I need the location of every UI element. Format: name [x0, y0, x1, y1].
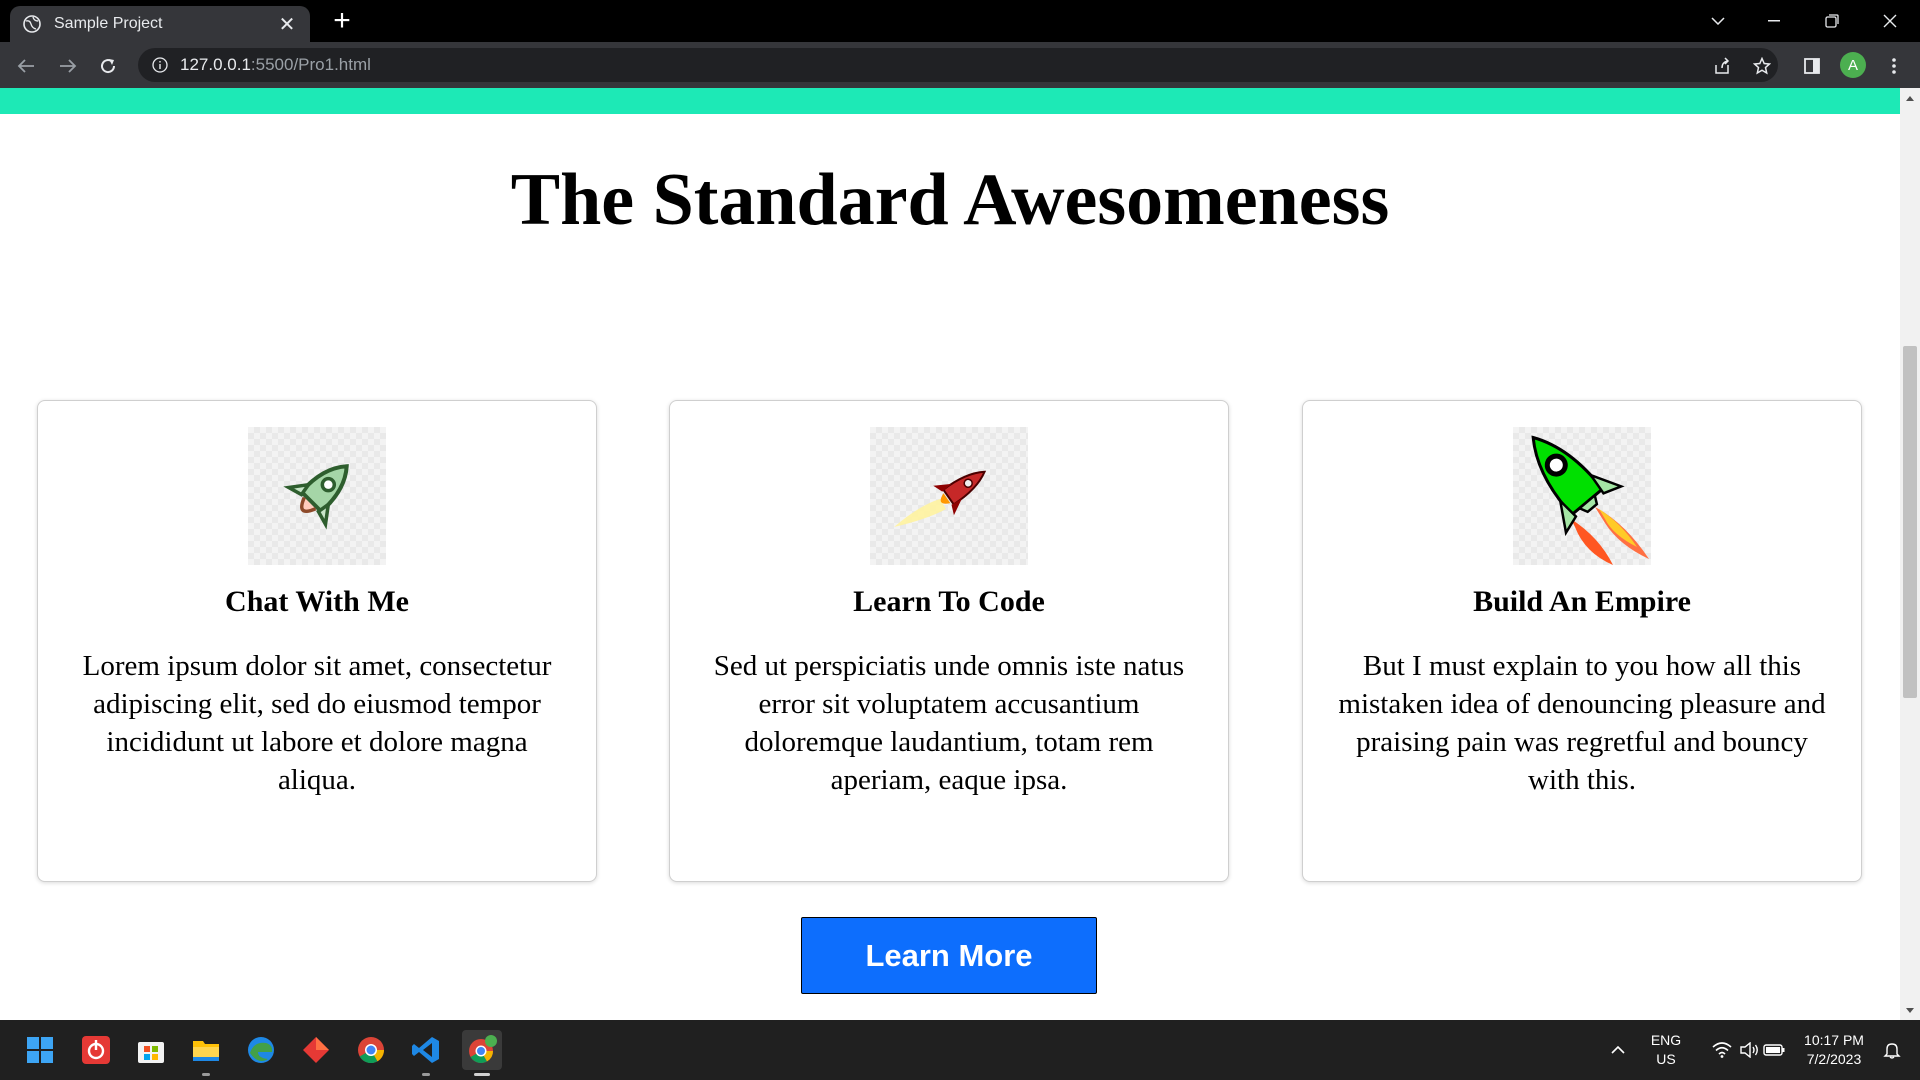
- rocket-green-flame-icon: [1513, 427, 1651, 565]
- card-text: But I must explain to you how all this m…: [1338, 650, 1826, 796]
- restore-icon[interactable]: [1808, 0, 1856, 42]
- scroll-down-arrow-icon[interactable]: [1900, 1000, 1920, 1020]
- site-info-icon[interactable]: [152, 57, 168, 73]
- learn-more-button[interactable]: Learn More: [801, 917, 1097, 994]
- page-scrollbar[interactable]: [1900, 88, 1920, 1020]
- card-text: Sed ut perspiciatis unde omnis iste natu…: [713, 650, 1185, 796]
- page-viewport: The Standard Awesomeness Chat With Me Lo…: [0, 88, 1900, 1020]
- clock[interactable]: 10:17 PM 7/2/2023: [1796, 1031, 1872, 1069]
- microsoft-store-icon[interactable]: [131, 1030, 171, 1070]
- region-label: US: [1656, 1051, 1676, 1067]
- url-host: 127.0.0.1: [180, 55, 251, 74]
- side-panel-icon[interactable]: [1796, 50, 1828, 82]
- minimize-icon[interactable]: [1750, 0, 1798, 42]
- card-text: Lorem ipsum dolor sit amet, consectetur …: [82, 650, 552, 796]
- windows-taskbar: ENG US 10:17 PM 7/2/2023: [0, 1020, 1920, 1080]
- active-window-indicator: [474, 1073, 490, 1076]
- page-title: The Standard Awesomeness: [510, 159, 1390, 241]
- profile-avatar[interactable]: A: [1840, 52, 1866, 78]
- vscode-icon[interactable]: [406, 1030, 446, 1076]
- accent-bar: [0, 88, 1900, 114]
- kebab-menu-icon[interactable]: [1878, 50, 1910, 82]
- rocket-red-icon: [870, 427, 1028, 565]
- tab-search-chevron-icon[interactable]: [1694, 0, 1742, 42]
- scroll-thumb[interactable]: [1903, 346, 1917, 698]
- chrome-profile-icon[interactable]: [462, 1030, 502, 1076]
- git-app-icon[interactable]: [296, 1030, 336, 1070]
- clock-time: 10:17 PM: [1804, 1032, 1864, 1048]
- browser-titlebar: Sample Project ✕ +: [0, 0, 1920, 42]
- feature-card-code: Learn To Code Sed ut perspiciatis unde o…: [669, 400, 1229, 882]
- feature-card-empire: Build An Empire But I must explain to yo…: [1302, 400, 1862, 882]
- card-title: Chat With Me: [225, 585, 409, 618]
- clock-date: 7/2/2023: [1806, 1051, 1862, 1067]
- feature-card-chat: Chat With Me Lorem ipsum dolor sit amet,…: [37, 400, 597, 882]
- edge-browser-icon[interactable]: [241, 1030, 281, 1070]
- windows-start-icon[interactable]: [20, 1030, 60, 1070]
- url-path: :5500/Pro1.html: [250, 55, 371, 74]
- close-window-icon[interactable]: [1866, 0, 1914, 42]
- running-indicator: [202, 1073, 210, 1076]
- back-arrow-icon[interactable]: [10, 50, 42, 82]
- tab-title: Sample Project: [54, 15, 163, 32]
- tray-chevron-up-icon[interactable]: [1598, 1030, 1638, 1070]
- chrome-icon[interactable]: [351, 1030, 391, 1070]
- power-app-icon[interactable]: [76, 1030, 116, 1070]
- card-title: Build An Empire: [1473, 585, 1691, 618]
- scroll-up-arrow-icon[interactable]: [1900, 88, 1920, 108]
- tab-close-icon[interactable]: ✕: [276, 12, 298, 37]
- browser-toolbar: 127.0.0.1:5500/Pro1.html: [0, 42, 1920, 88]
- language-label: ENG: [1650, 1032, 1682, 1048]
- notification-bell-icon[interactable]: [1872, 1030, 1912, 1070]
- card-title: Learn To Code: [853, 585, 1045, 618]
- globe-icon: [23, 15, 41, 33]
- address-bar[interactable]: 127.0.0.1:5500/Pro1.html: [138, 48, 1778, 82]
- bookmark-star-icon[interactable]: [1746, 50, 1778, 82]
- file-explorer-icon[interactable]: [186, 1030, 226, 1076]
- forward-arrow-icon[interactable]: [52, 50, 84, 82]
- reload-icon[interactable]: [92, 50, 124, 82]
- rocket-outline-green-icon: [248, 427, 386, 565]
- running-indicator: [422, 1073, 430, 1076]
- browser-tab[interactable]: Sample Project ✕: [10, 6, 310, 42]
- new-tab-plus-icon[interactable]: +: [326, 6, 358, 38]
- share-icon[interactable]: [1706, 50, 1738, 82]
- language-indicator[interactable]: ENG US: [1644, 1031, 1688, 1069]
- battery-icon[interactable]: [1754, 1030, 1794, 1070]
